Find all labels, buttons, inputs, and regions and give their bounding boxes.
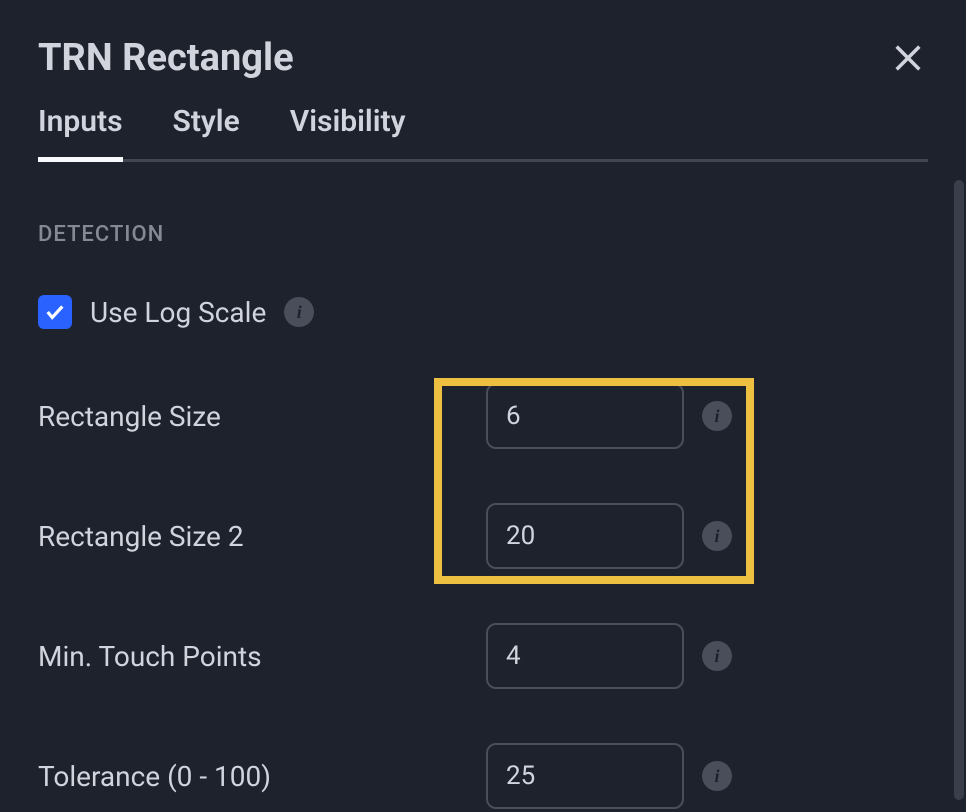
tab-inputs[interactable]: Inputs [38, 104, 123, 159]
info-icon[interactable]: i [284, 297, 314, 327]
input-wrap: i [486, 743, 732, 809]
min-touch-points-label: Min. Touch Points [38, 640, 486, 673]
tab-visibility[interactable]: Visibility [290, 104, 406, 159]
min-touch-points-row: Min. Touch Points i [38, 623, 928, 689]
dialog-header: TRN Rectangle [38, 20, 928, 104]
tabs-container: Inputs Style Visibility [38, 104, 928, 162]
dialog-title: TRN Rectangle [38, 36, 294, 80]
info-icon[interactable]: i [702, 761, 732, 791]
close-icon [891, 41, 925, 75]
tolerance-row: Tolerance (0 - 100) i [38, 743, 928, 809]
rectangle-size-2-row: Rectangle Size 2 i [38, 503, 928, 569]
input-wrap: i [486, 503, 732, 569]
min-touch-points-input[interactable] [486, 623, 684, 689]
rectangle-size-label: Rectangle Size [38, 400, 486, 433]
info-icon[interactable]: i [702, 401, 732, 431]
info-icon[interactable]: i [702, 641, 732, 671]
use-log-scale-row: Use Log Scale i [38, 295, 928, 329]
tolerance-input[interactable] [486, 743, 684, 809]
scrollbar[interactable] [954, 180, 964, 800]
close-button[interactable] [888, 38, 928, 78]
section-header: DETECTION [38, 222, 928, 247]
rectangle-size-2-label: Rectangle Size 2 [38, 520, 486, 553]
tab-style[interactable]: Style [173, 104, 240, 159]
input-wrap: i [486, 623, 732, 689]
use-log-scale-checkbox[interactable] [38, 295, 72, 329]
rectangle-size-row: Rectangle Size i [38, 383, 928, 449]
input-wrap: i [486, 383, 732, 449]
info-icon[interactable]: i [702, 521, 732, 551]
rectangle-size-2-input[interactable] [486, 503, 684, 569]
tolerance-label: Tolerance (0 - 100) [38, 760, 486, 793]
settings-dialog: TRN Rectangle Inputs Style Visibility DE… [0, 0, 966, 812]
use-log-scale-label: Use Log Scale [90, 296, 266, 329]
rectangle-size-input[interactable] [486, 383, 684, 449]
checkmark-icon [44, 301, 66, 323]
dialog-content: DETECTION Use Log Scale i Rectangle Size… [38, 162, 928, 809]
